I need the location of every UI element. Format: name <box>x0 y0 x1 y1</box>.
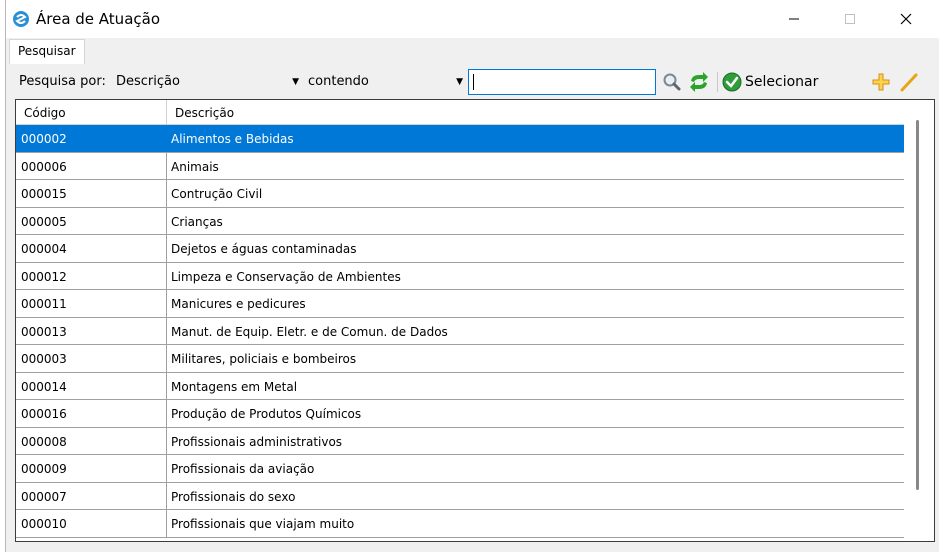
cell-description: Contrução Civil <box>171 187 263 201</box>
results-grid[interactable]: Código Descrição 000002 Alimentos e Bebid… <box>15 99 935 542</box>
minimize-button[interactable] <box>771 0 817 38</box>
table-row[interactable]: 000005 Crianças <box>16 207 904 235</box>
table-row[interactable]: 000009 Profissionais da aviação <box>16 455 904 483</box>
magnifier-icon <box>663 73 681 91</box>
cell-description: Animais <box>171 159 219 174</box>
cell-description: Dejetos e águas contaminadas <box>171 242 357 256</box>
cell-code: 000010 <box>16 510 167 537</box>
cell-description: Produção de Produtos Químicos <box>171 407 362 421</box>
plus-icon <box>872 73 890 91</box>
table-row[interactable]: 000011 Manicures e pedicures <box>16 290 904 318</box>
title-bar: Área de Atuação <box>6 0 939 38</box>
cell-code: 000006 <box>16 152 167 180</box>
cell-description: Manut. de Equip. Eletr. e de Comun. de D… <box>171 324 448 339</box>
add-button[interactable] <box>870 71 892 93</box>
dialog-window: Área de Atuação Pesquisar Pesquisa por: … <box>5 0 939 552</box>
app-logo-icon <box>13 11 29 27</box>
scrollbar-thumb[interactable] <box>916 120 919 490</box>
window-title: Área de Atuação <box>36 10 160 28</box>
table-row[interactable]: 000010 Profissionais que viajam muito <box>16 510 904 538</box>
refresh-button[interactable] <box>688 71 710 93</box>
maximize-button[interactable] <box>827 0 873 38</box>
cell-code: 000009 <box>16 455 167 482</box>
close-icon <box>900 13 912 25</box>
cell-code: 000011 <box>16 290 167 317</box>
cell-description: Crianças <box>171 214 223 229</box>
cell-code: 000015 <box>16 180 167 207</box>
cell-code: 000008 <box>16 427 167 455</box>
cell-code: 000003 <box>16 345 167 372</box>
column-header-code[interactable]: Código <box>16 100 167 125</box>
pencil-icon <box>900 73 918 92</box>
cell-code: 000005 <box>16 207 167 235</box>
table-row[interactable]: 000006 Animais <box>16 152 904 180</box>
text-caret <box>473 74 474 90</box>
select-button[interactable]: Selecionar <box>722 70 818 94</box>
table-row[interactable]: 000014 Montagens em Metal <box>16 372 904 400</box>
cell-code: 000013 <box>16 317 167 345</box>
cell-description: Limpeza e Conservação de Ambientes <box>171 269 401 284</box>
search-toolbar: Pesquisa por: Descrição ▼ contendo ▼ Sel… <box>6 64 939 98</box>
cell-code: 000004 <box>16 235 167 262</box>
table-row[interactable]: 000015 Contrução Civil <box>16 180 904 208</box>
tab-pesquisar[interactable]: Pesquisar <box>9 39 85 64</box>
cell-description: Alimentos e Bebidas <box>171 132 294 146</box>
table-row[interactable]: 000013 Manut. de Equip. Eletr. e de Comun… <box>16 317 904 345</box>
table-row[interactable]: 000007 Profissionais do sexo <box>16 482 904 510</box>
search-field-select[interactable]: Descrição ▼ <box>112 70 302 94</box>
maximize-icon <box>845 14 855 24</box>
search-operator-select[interactable]: contendo ▼ <box>304 70 466 94</box>
tab-strip: Pesquisar <box>6 38 939 64</box>
vertical-scrollbar[interactable] <box>904 100 934 541</box>
dropdown-arrow-icon: ▼ <box>292 77 299 87</box>
table-row[interactable]: 000004 Dejetos e águas contaminadas <box>16 235 904 263</box>
search-by-label: Pesquisa por: <box>19 74 106 89</box>
cell-description: Militares, policiais e bombeiros <box>171 352 357 366</box>
search-operator-value: contendo <box>308 74 369 89</box>
table-row[interactable]: 000002 Alimentos e Bebidas <box>16 125 904 153</box>
column-header-description[interactable]: Descrição <box>167 100 904 125</box>
minimize-icon <box>789 18 799 20</box>
cell-code: 000016 <box>16 400 167 427</box>
search-input[interactable] <box>468 69 656 95</box>
table-row[interactable]: 000003 Militares, policiais e bombeiros <box>16 345 904 373</box>
cell-description: Manicures e pedicures <box>171 297 306 311</box>
check-circle-icon <box>722 72 742 92</box>
search-field-value: Descrição <box>116 74 180 89</box>
cell-description: Profissionais da aviação <box>171 462 315 476</box>
toolbar-separator <box>717 72 718 92</box>
close-button[interactable] <box>883 0 929 38</box>
table-row[interactable]: 000012 Limpeza e Conservação de Ambientes <box>16 262 904 290</box>
search-button[interactable] <box>661 71 683 93</box>
grid-header: Código Descrição <box>16 100 904 125</box>
cell-description: Montagens em Metal <box>171 379 298 394</box>
table-row[interactable]: 000008 Profissionais administrativos <box>16 427 904 455</box>
cell-code: 000002 <box>16 125 167 152</box>
cell-code: 000007 <box>16 482 167 510</box>
cell-description: Profissionais administrativos <box>171 434 343 449</box>
cell-code: 000012 <box>16 262 167 290</box>
cell-description: Profissionais que viajam muito <box>171 517 355 531</box>
cell-code: 000014 <box>16 372 167 400</box>
table-row[interactable]: 000016 Produção de Produtos Químicos <box>16 400 904 428</box>
dropdown-arrow-icon: ▼ <box>456 77 463 87</box>
select-button-label: Selecionar <box>745 74 819 90</box>
edit-button[interactable] <box>898 71 920 93</box>
cell-description: Profissionais do sexo <box>171 489 296 504</box>
refresh-icon <box>690 72 708 92</box>
